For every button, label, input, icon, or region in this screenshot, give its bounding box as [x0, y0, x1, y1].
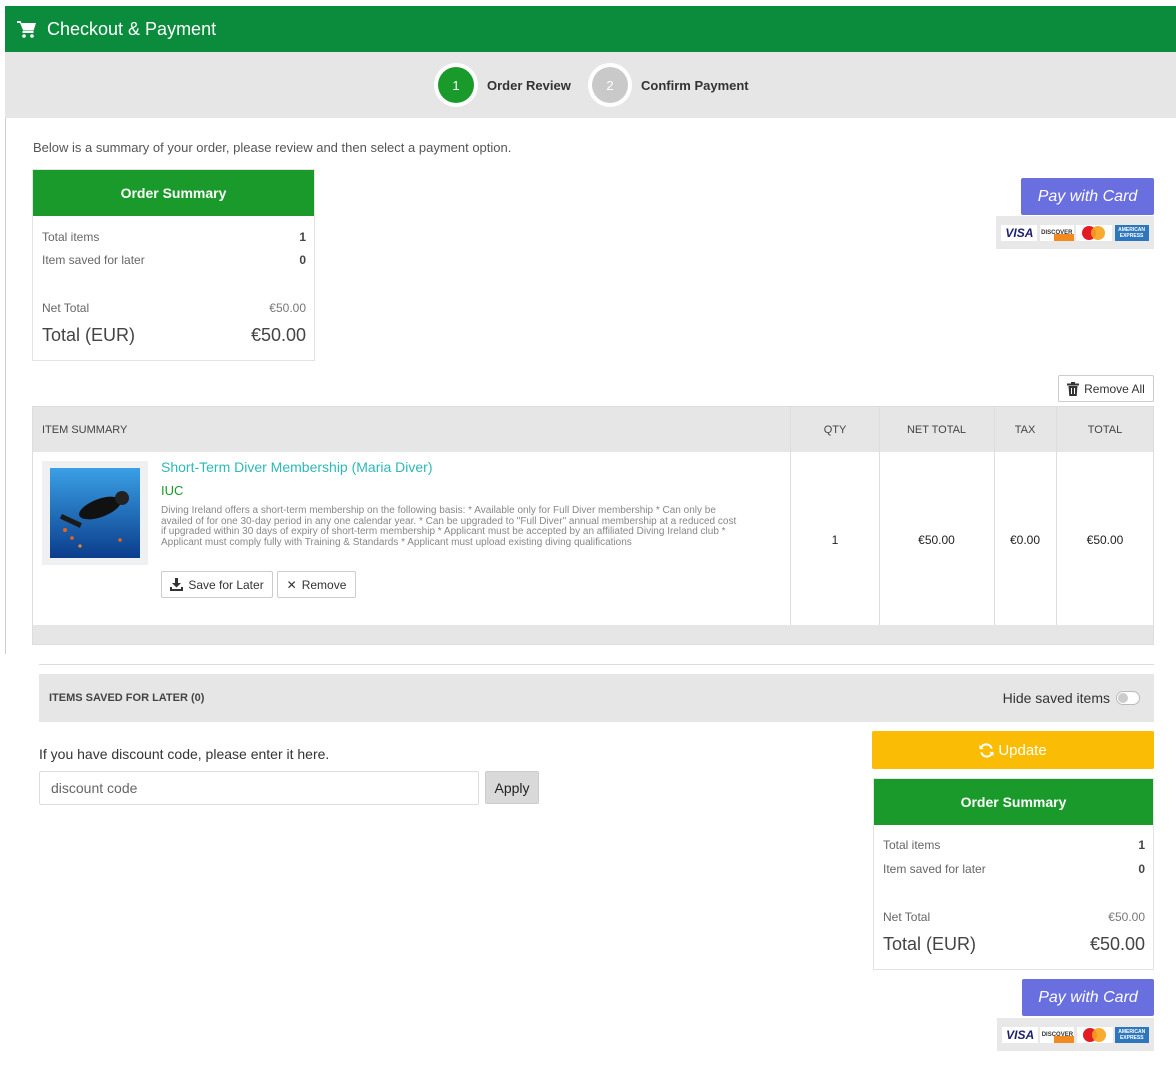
- product-subtitle: IUC: [161, 483, 184, 498]
- step-confirm-payment[interactable]: 2 Confirm Payment: [588, 63, 749, 107]
- product-image: [42, 461, 148, 565]
- apply-button[interactable]: Apply: [485, 771, 539, 804]
- mastercard-logo: [1076, 224, 1113, 241]
- order-summary-heading: Order Summary: [874, 779, 1153, 825]
- discover-logo: DISCOVER: [1040, 1026, 1075, 1043]
- item-total: €50.00: [1086, 532, 1124, 547]
- summary-total: Total (EUR) €50.00: [42, 325, 306, 345]
- step-number-circle: 1: [434, 63, 478, 107]
- amex-logo: AMERICAN EXPRESS: [1114, 224, 1149, 241]
- shopping-cart-icon: [17, 21, 36, 38]
- refresh-icon: [979, 742, 994, 758]
- col-total: TOTAL: [1087, 423, 1123, 436]
- order-summary-top: Order Summary Total items 1 Item saved f…: [32, 169, 315, 361]
- step-number-circle: 2: [588, 63, 632, 107]
- accepted-cards: VISA DISCOVER AMERICAN EXPRESS: [996, 216, 1154, 249]
- close-icon: ✕: [286, 577, 297, 592]
- summary-total: Total (EUR) €50.00: [883, 934, 1145, 954]
- col-qty: QTY: [823, 423, 847, 436]
- col-tax: TAX: [1014, 423, 1036, 436]
- col-item-summary: ITEM SUMMARY: [42, 423, 128, 436]
- summary-net-total: Net Total €50.00: [42, 301, 306, 315]
- remove-all-button[interactable]: Remove All: [1058, 375, 1154, 402]
- discount-label: If you have discount code, please enter …: [39, 746, 330, 762]
- hide-saved-items-toggle[interactable]: Hide saved items: [1003, 690, 1140, 706]
- visa-logo: VISA: [1001, 224, 1038, 241]
- item-summary-table: ITEM SUMMARY QTY NET TOTAL TAX TOTAL Sho: [32, 406, 1154, 645]
- table-header: ITEM SUMMARY QTY NET TOTAL TAX TOTAL: [33, 407, 1153, 452]
- item-qty: 1: [831, 532, 839, 547]
- saved-items-bar: ITEMS SAVED FOR LATER (0) Hide saved ite…: [39, 674, 1154, 722]
- item-tax: €0.00: [1009, 532, 1041, 547]
- trash-icon: [1067, 381, 1080, 396]
- summary-total-items: Total items 1: [883, 838, 1145, 852]
- accepted-cards-bottom: VISA DISCOVER AMERICAN EXPRESS: [997, 1018, 1154, 1051]
- order-summary-bottom: Order Summary Total items 1 Item saved f…: [873, 778, 1154, 970]
- diver-image: [50, 468, 140, 558]
- order-summary-heading: Order Summary: [33, 170, 314, 216]
- remove-item-button[interactable]: ✕ Remove: [277, 571, 356, 598]
- amex-logo: AMERICAN EXPRESS: [1114, 1026, 1149, 1043]
- summary-saved-items: Item saved for later 0: [42, 253, 306, 267]
- step-label: Order Review: [487, 77, 571, 93]
- saved-items-label: ITEMS SAVED FOR LATER (0): [49, 692, 205, 704]
- download-icon: [170, 578, 184, 591]
- col-net-total: NET TOTAL: [906, 423, 967, 436]
- checkout-steps: 1 Order Review 2 Confirm Payment: [5, 52, 1176, 118]
- page-title: Checkout & Payment: [47, 18, 217, 39]
- mastercard-logo: [1076, 1026, 1113, 1043]
- save-for-later-button[interactable]: Save for Later: [161, 571, 273, 598]
- pay-with-card-button-bottom[interactable]: Pay with Card: [1022, 979, 1154, 1016]
- divider: [5, 118, 6, 654]
- step-order-review[interactable]: 1 Order Review: [434, 63, 571, 107]
- summary-total-items: Total items 1: [42, 230, 306, 244]
- intro-text: Below is a summary of your order, please…: [33, 140, 512, 155]
- divider: [39, 664, 1154, 665]
- checkout-header: Checkout & Payment: [5, 6, 1176, 52]
- toggle-switch[interactable]: [1116, 691, 1140, 705]
- update-button[interactable]: Update: [872, 731, 1154, 769]
- step-label: Confirm Payment: [641, 77, 749, 93]
- pay-with-card-button[interactable]: Pay with Card: [1021, 178, 1154, 215]
- product-description: Diving Ireland offers a short-term membe…: [161, 505, 737, 548]
- discount-code-input[interactable]: [39, 771, 479, 805]
- discover-logo: DISCOVER: [1039, 224, 1074, 241]
- summary-saved-items: Item saved for later 0: [883, 862, 1145, 876]
- table-footer: [33, 625, 1153, 644]
- item-net-total: €50.00: [918, 532, 955, 547]
- summary-net-total: Net Total €50.00: [883, 910, 1145, 924]
- visa-logo: VISA: [1002, 1026, 1039, 1043]
- product-title-link[interactable]: Short-Term Diver Membership (Maria Diver…: [161, 459, 433, 475]
